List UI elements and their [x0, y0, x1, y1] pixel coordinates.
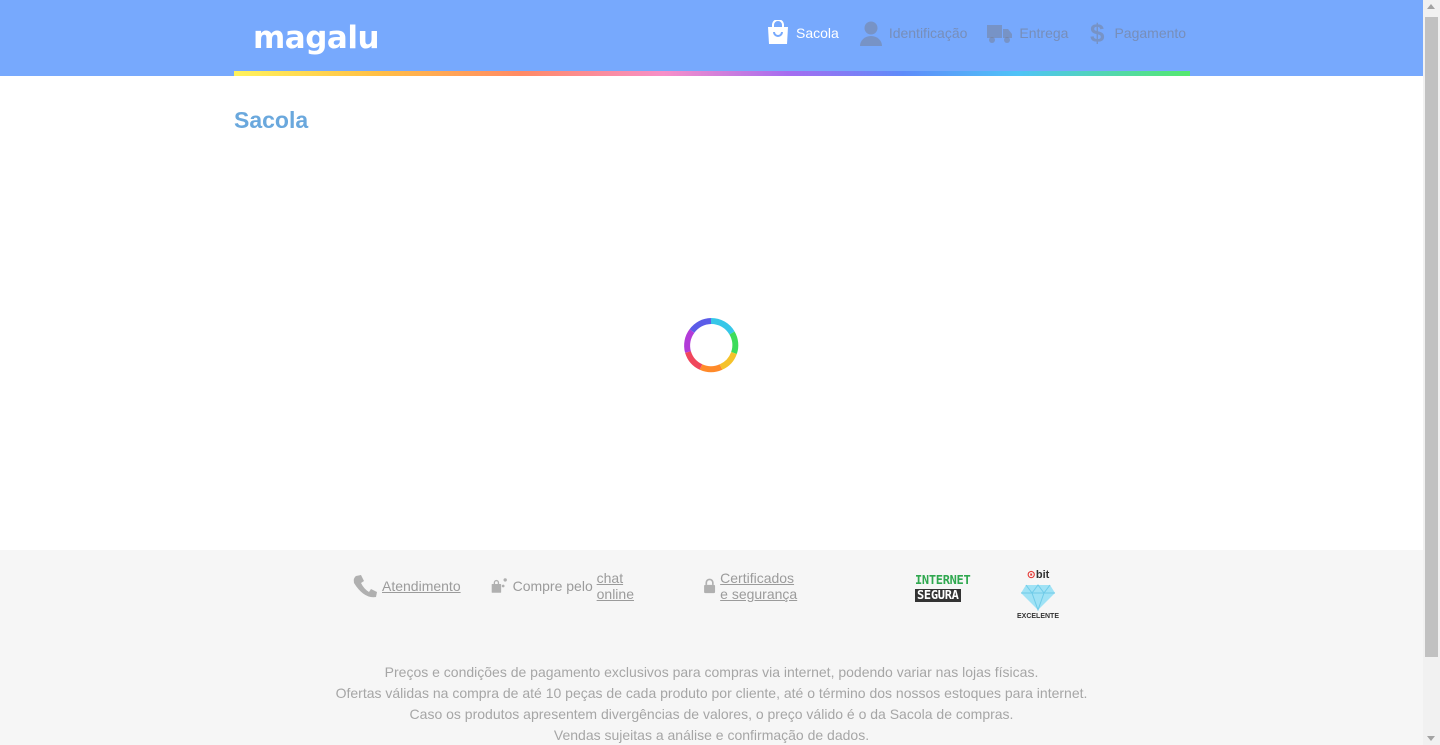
- step-identificacao: Identificação: [859, 18, 968, 48]
- step-label: Sacola: [796, 25, 839, 41]
- step-label: Identificação: [888, 25, 968, 41]
- magalu-logo[interactable]: magalu: [253, 20, 380, 56]
- step-label: Entrega: [1019, 25, 1069, 41]
- step-pagamento: $ Pagamento: [1088, 18, 1186, 48]
- scroll-thumb[interactable]: [1425, 17, 1438, 657]
- chat-bag-icon: [491, 578, 507, 593]
- scroll-up-arrow-icon[interactable]: [1427, 4, 1435, 9]
- shopping-bag-icon: [768, 20, 788, 44]
- lock-icon: [704, 578, 716, 594]
- svg-text:$: $: [1090, 20, 1105, 46]
- truck-icon: [987, 25, 1013, 43]
- atendimento-link[interactable]: Atendimento: [352, 573, 461, 599]
- atendimento-label[interactable]: Atendimento: [382, 578, 461, 594]
- legal-notice: Preços e condições de pagamento exclusiv…: [0, 662, 1423, 745]
- step-label: Pagamento: [1114, 25, 1187, 41]
- certificados-link[interactable]: Certificados e segurança: [703, 570, 805, 602]
- ebit-rating: EXCELENTE: [1016, 613, 1059, 620]
- internet-segura-line1: INTERNET: [915, 573, 971, 587]
- chat-online-label[interactable]: chat online: [597, 570, 643, 602]
- internet-segura-line2: SEGURA: [915, 588, 961, 602]
- legal-line: Preços e condições de pagamento exclusiv…: [384, 664, 1039, 680]
- checkout-header: magalu Sacola Identificação Entrega $ Pa…: [0, 0, 1423, 76]
- phone-icon: [353, 575, 377, 598]
- certificados-label[interactable]: Certificados e segurança: [720, 570, 805, 602]
- legal-line: Ofertas válidas na compra de até 10 peça…: [335, 685, 1088, 701]
- internet-segura-badge[interactable]: INTERNET SEGURA: [915, 573, 977, 602]
- scroll-down-arrow-icon[interactable]: [1427, 736, 1435, 741]
- vertical-scrollbar[interactable]: [1423, 0, 1440, 745]
- ebit-badge[interactable]: ⊙ebitbit EXCELENTE: [1012, 569, 1064, 627]
- legal-line: Vendas sujeitas a análise e confirmação …: [553, 727, 870, 743]
- chat-prefix: Compre pelo: [512, 578, 597, 594]
- dollar-icon: $: [1090, 20, 1105, 46]
- legal-line: Caso os produtos apresentem divergências…: [409, 706, 1014, 722]
- rainbow-divider: [234, 71, 1190, 76]
- checkout-steps: Sacola Identificação Entrega $ Pagamento: [766, 18, 1186, 48]
- step-sacola: Sacola: [766, 18, 839, 48]
- step-entrega: Entrega: [987, 18, 1068, 48]
- page-title: Sacola: [234, 107, 309, 133]
- user-icon: [859, 21, 882, 46]
- chat-online-link[interactable]: Compre pelo chat online: [491, 570, 643, 602]
- diamond-icon: [1021, 584, 1055, 611]
- loading-spinner: [684, 317, 739, 373]
- ebit-brand: ⊙ebitbit: [1026, 569, 1050, 581]
